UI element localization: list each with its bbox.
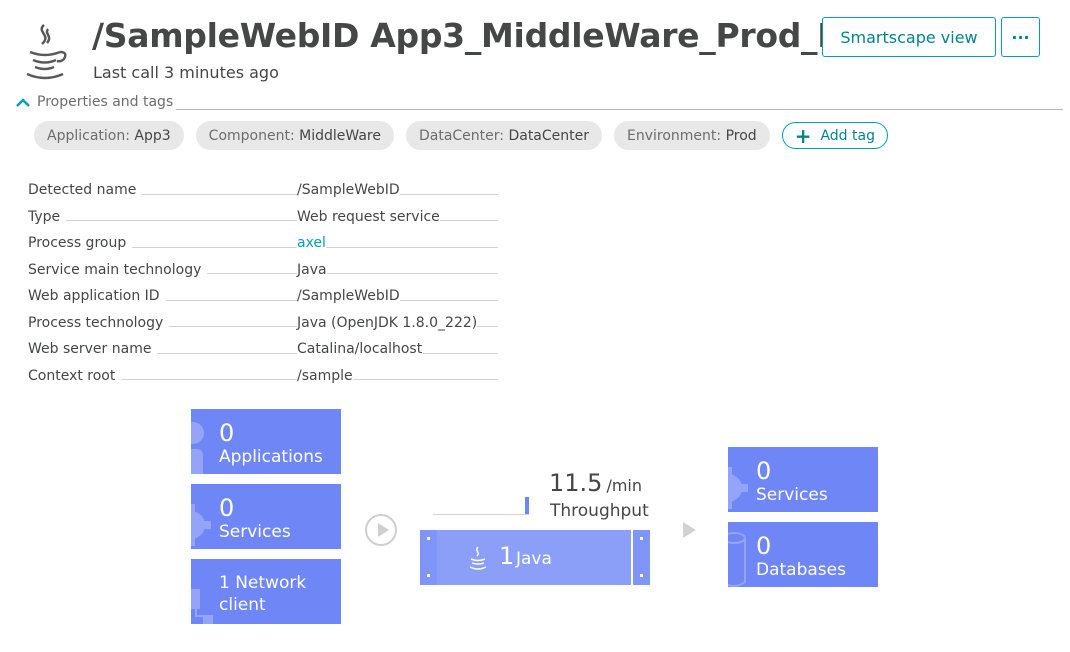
- property-key: Type: [28, 208, 67, 225]
- property-value: /SampleWebID: [297, 182, 400, 199]
- property-key: Web server name: [28, 341, 158, 358]
- property-key: Process group: [28, 235, 133, 252]
- caller-services-tile[interactable]: 0 Services: [191, 484, 341, 549]
- network-icon: [191, 589, 213, 624]
- property-row: Context root /sample: [28, 363, 498, 390]
- tag-environment[interactable]: Environment: Prod: [614, 121, 770, 150]
- databases-label: Databases: [756, 560, 846, 580]
- properties-table: Detected name /SampleWebID Type Web requ…: [28, 177, 498, 389]
- callee-services-count: 0: [756, 457, 772, 485]
- throughput-label: Throughput: [550, 501, 649, 521]
- property-value: Java (OpenJDK 1.8.0_222): [297, 314, 478, 331]
- network-client-tile[interactable]: 1 Network client: [191, 559, 341, 624]
- add-tag-button[interactable]: + Add tag: [781, 122, 888, 149]
- caller-services-label: Services: [219, 522, 291, 542]
- applications-label: Applications: [219, 447, 323, 467]
- property-row: Type Web request service: [28, 204, 498, 231]
- callee-services-label: Services: [756, 485, 828, 505]
- page-title: /SampleWebID App3_MiddleWare_Prod_D…: [92, 16, 878, 55]
- right-edge: [633, 530, 650, 585]
- java-icon: [469, 546, 487, 570]
- java-process-box[interactable]: 1 Java: [420, 530, 650, 585]
- user-icon: [191, 422, 204, 474]
- databases-tile[interactable]: 0 Databases: [728, 522, 878, 587]
- gear-icon: [728, 467, 748, 509]
- throughput-baseline: [433, 514, 529, 515]
- java-label: Java: [516, 549, 552, 569]
- property-row: Process technology Java (OpenJDK 1.8.0_2…: [28, 310, 498, 337]
- java-process-inner: 1 Java: [437, 530, 633, 585]
- caller-services-count: 0: [219, 494, 235, 522]
- throughput-value: 11.5/min: [549, 469, 642, 497]
- smartscape-view-button[interactable]: Smartscape view: [822, 17, 996, 57]
- more-options-button[interactable]: ···: [1001, 17, 1040, 57]
- callee-services-tile[interactable]: 0 Services: [728, 447, 878, 512]
- property-key: Web application ID: [28, 288, 166, 305]
- database-icon: [728, 532, 746, 587]
- left-edge: [420, 530, 437, 585]
- property-key: Detected name: [28, 182, 143, 199]
- property-row: Process group axel: [28, 230, 498, 257]
- tag-application[interactable]: Application: App3: [34, 121, 184, 150]
- property-row: Service main technology Java: [28, 257, 498, 284]
- property-value: Web request service: [297, 208, 440, 225]
- properties-toggle[interactable]: Properties and tags: [14, 94, 173, 110]
- chevron-up-icon: [16, 98, 30, 107]
- properties-toggle-label: Properties and tags: [37, 94, 174, 110]
- property-key: Context root: [28, 367, 122, 384]
- property-key: Service main technology: [28, 261, 208, 278]
- network-client-label-2: client: [219, 595, 266, 615]
- process-group-link[interactable]: axel: [297, 235, 326, 252]
- databases-count: 0: [756, 532, 772, 560]
- java-icon: [22, 22, 68, 82]
- property-row: Detected name /SampleWebID: [28, 177, 498, 204]
- tag-datacenter[interactable]: DataCenter: DataCenter: [405, 121, 603, 150]
- property-value: Catalina/localhost: [297, 341, 423, 358]
- tag-component[interactable]: Component: MiddleWare: [195, 121, 394, 150]
- divider: [176, 109, 1063, 110]
- property-value: Java: [297, 261, 327, 278]
- gear-icon: [191, 504, 211, 546]
- property-row: Web server name Catalina/localhost: [28, 336, 498, 363]
- java-count: 1: [499, 542, 515, 570]
- last-call-text: Last call 3 minutes ago: [93, 63, 279, 82]
- network-client-label-1: 1 Network: [219, 573, 307, 593]
- throughput-bar: [525, 497, 529, 514]
- property-value: /SampleWebID: [297, 288, 400, 305]
- property-row: Web application ID /SampleWebID: [28, 283, 498, 310]
- property-key: Process technology: [28, 314, 170, 331]
- tag-list: Application: App3 Component: MiddleWare …: [34, 121, 888, 150]
- play-icon[interactable]: [365, 514, 397, 546]
- property-value: /sample: [297, 367, 353, 384]
- applications-tile[interactable]: 0 Applications: [191, 409, 341, 474]
- applications-count: 0: [219, 419, 235, 447]
- plus-icon: +: [794, 123, 812, 148]
- arrow-right-icon: [683, 522, 696, 538]
